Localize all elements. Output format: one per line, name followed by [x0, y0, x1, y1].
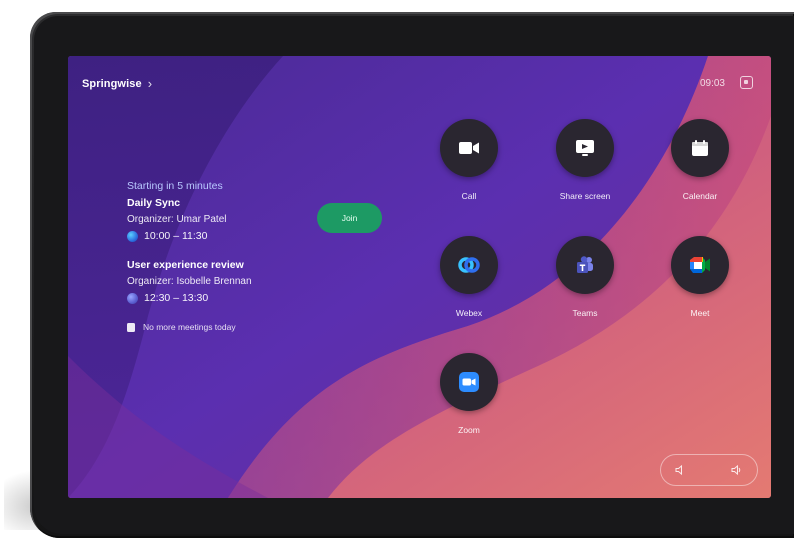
tile-call[interactable]: Call [424, 119, 514, 201]
brand-name: Springwise [82, 77, 142, 90]
tile-meet[interactable]: Meet [655, 236, 745, 318]
clock: 09:03 [699, 78, 725, 89]
webex-icon [127, 230, 138, 242]
tile-label: Teams [572, 308, 598, 318]
tile-teams[interactable]: Teams [540, 236, 630, 318]
meeting-time: 10:00 – 11:30 [144, 230, 208, 242]
no-more-meetings-text: No more meetings today [143, 322, 236, 332]
meeting-time-row: 12:30 – 13:30 [127, 292, 317, 304]
volume-control[interactable] [660, 454, 758, 486]
share-screen-icon [576, 140, 594, 156]
webex-icon [458, 257, 480, 273]
video-camera-icon [459, 142, 479, 154]
volume-down-icon[interactable] [675, 464, 687, 476]
teams-icon [127, 292, 138, 304]
calendar-icon [692, 140, 708, 156]
meeting-organizer: Organizer: Isobelle Brennan [127, 276, 252, 287]
meeting-time-row: 10:00 – 11:30 [127, 230, 317, 242]
tile-label: Webex [455, 308, 483, 318]
join-button[interactable]: Join [317, 203, 382, 233]
meeting-title: Daily Sync [127, 197, 181, 209]
tile-label: Share screen [559, 191, 611, 201]
meeting-item[interactable]: Daily Sync Organizer: Umar Patel 10:00 –… [127, 197, 317, 242]
tile-webex[interactable]: Webex [424, 236, 514, 318]
tile-label: Meet [690, 308, 710, 318]
tile-zoom[interactable]: Zoom [424, 353, 514, 435]
meeting-title: User experience review [127, 259, 244, 271]
tile-circle [440, 119, 498, 177]
tile-circle [556, 119, 614, 177]
brand[interactable]: Springwise › [82, 76, 152, 91]
no-more-meetings: No more meetings today [127, 322, 317, 332]
google-meet-icon [690, 257, 710, 273]
tile-circle [440, 236, 498, 294]
tile-calendar[interactable]: Calendar [655, 119, 745, 201]
meeting-time: 12:30 – 13:30 [144, 292, 209, 304]
tile-label: Zoom [458, 425, 480, 435]
stage: Springwise › 09:03 Starting in 5 minutes… [0, 0, 794, 543]
teams-icon [577, 256, 593, 273]
starting-in-text: Starting in 5 minutes [127, 180, 223, 192]
tile-label: Call [461, 191, 477, 201]
zoom-icon [459, 372, 479, 392]
touch-screen: Springwise › 09:03 Starting in 5 minutes… [68, 56, 771, 498]
calendar-icon [127, 322, 135, 332]
tile-label: Calendar [682, 191, 718, 201]
tile-circle [556, 236, 614, 294]
tile-circle [440, 353, 498, 411]
tile-circle [671, 236, 729, 294]
meeting-item[interactable]: User experience review Organizer: Isobel… [127, 259, 317, 304]
layout-icon[interactable] [740, 76, 753, 89]
chevron-right-icon: › [147, 76, 153, 91]
tile-circle [671, 119, 729, 177]
meetings-panel: Starting in 5 minutes Daily Sync Organiz… [127, 180, 317, 332]
meeting-organizer: Organizer: Umar Patel [127, 214, 227, 225]
volume-up-icon[interactable] [731, 464, 743, 476]
tile-share-screen[interactable]: Share screen [540, 119, 630, 201]
